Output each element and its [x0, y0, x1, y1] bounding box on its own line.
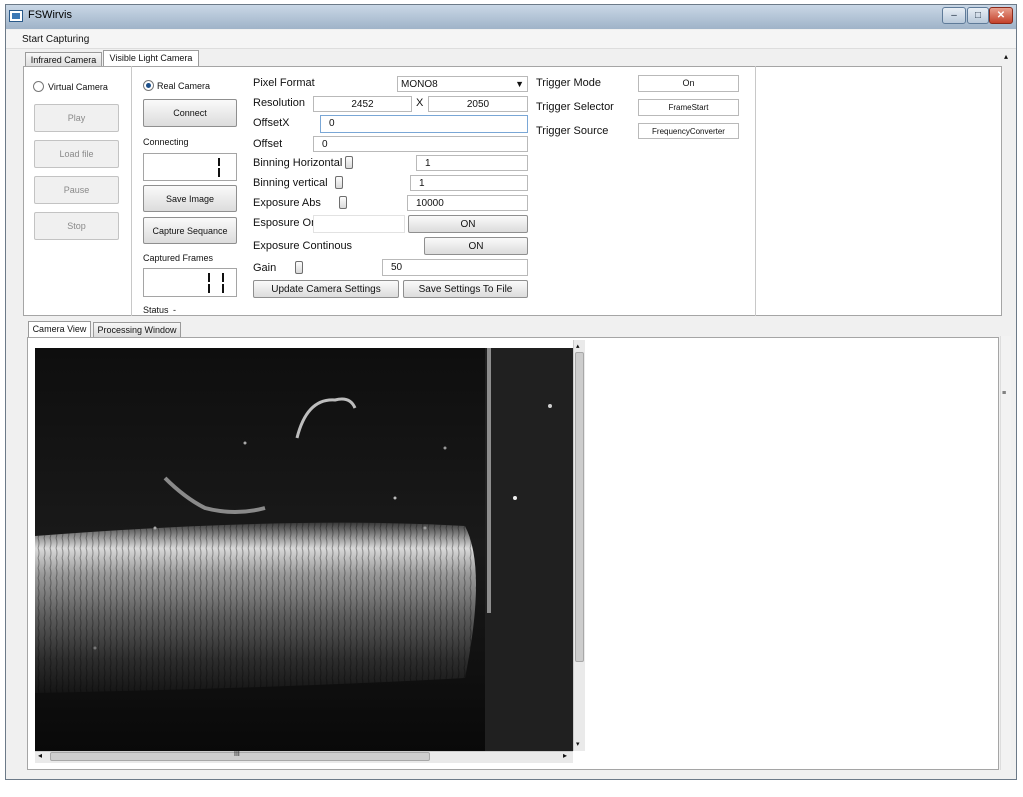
captured-frames-label: Captured Frames [143, 253, 214, 263]
save-image-button[interactable]: Save Image [143, 185, 237, 212]
binning-horizontal-track [345, 163, 413, 164]
outer-scrollbar-grip: ≡ [1002, 390, 1007, 397]
capture-sequence-button[interactable]: Capture Sequance [143, 217, 237, 244]
lcd-segment [218, 168, 220, 177]
exposure-abs-field[interactable]: 10000 [407, 195, 528, 211]
scroll-up-arrow-icon[interactable]: ▴ [576, 342, 580, 350]
virtual-camera-radio[interactable] [33, 81, 44, 92]
trigger-selector-label: Trigger Selector [536, 101, 614, 113]
offset-x-label: OffsetX [253, 117, 290, 129]
trigger-source-label: Trigger Source [536, 125, 609, 137]
tab-processing-window[interactable]: Processing Window [93, 322, 181, 337]
pixel-format-value: MONO8 [401, 79, 438, 90]
resolution-height-field[interactable]: 2050 [428, 96, 528, 112]
offset-field[interactable]: 0 [313, 136, 528, 152]
window-title: FSWirvis [28, 9, 72, 21]
gain-field[interactable]: 50 [382, 259, 528, 276]
tab-infrared-camera[interactable]: Infrared Camera [25, 52, 102, 67]
trigger-selector-field[interactable]: FrameStart [638, 99, 739, 116]
scroll-grip: III [234, 751, 240, 758]
exposure-continuous-label: Exposure Continous [253, 240, 353, 252]
camera-image [35, 348, 573, 751]
binning-horizontal-label: Binning Horizontal [253, 157, 343, 169]
binning-horizontal-slider[interactable] [345, 156, 353, 169]
binning-vertical-label: Binning vertical [253, 177, 328, 189]
resolution-width-field[interactable]: 2452 [313, 96, 412, 112]
captured-frames-counter [143, 268, 237, 297]
binning-vertical-slider[interactable] [335, 176, 343, 189]
pixel-format-select[interactable]: MONO8 ▼ [397, 76, 528, 92]
maximize-button[interactable]: □ [967, 7, 989, 24]
status-value: - [173, 305, 176, 315]
binning-horizontal-field[interactable]: 1 [416, 155, 528, 171]
resolution-label: Resolution [253, 97, 305, 109]
virtual-camera-label: Virtual Camera [48, 82, 108, 92]
scroll-up-icon[interactable]: ▴ [1004, 52, 1014, 61]
real-camera-label: Real Camera [157, 81, 211, 91]
status-label: Status [143, 305, 169, 315]
save-settings-button[interactable]: Save Settings To File [403, 280, 528, 298]
lcd-segment [218, 158, 220, 166]
image-vertical-scroll-thumb[interactable] [575, 352, 584, 662]
pixel-format-label: Pixel Format [253, 77, 315, 89]
exposure-once-spacer [313, 215, 405, 233]
divider [131, 66, 132, 316]
trigger-mode-label: Trigger Mode [536, 77, 602, 89]
gain-slider[interactable] [295, 261, 303, 274]
tab-camera-view[interactable]: Camera View [28, 321, 91, 338]
binning-vertical-track [335, 183, 408, 184]
menu-bar [6, 30, 1016, 49]
exposure-abs-slider[interactable] [339, 196, 347, 209]
play-button[interactable]: Play [34, 104, 119, 132]
connecting-indicator [143, 153, 237, 181]
trigger-source-field[interactable]: FrequencyConverter [638, 123, 739, 139]
lcd-segment [222, 284, 224, 293]
scroll-down-arrow-icon[interactable]: ▾ [576, 740, 580, 748]
lcd-segment [208, 284, 210, 293]
app-icon [9, 10, 23, 22]
exposure-abs-label: Exposure Abs [253, 197, 321, 209]
title-bar[interactable] [6, 5, 1016, 29]
resolution-x-label: X [416, 97, 424, 109]
exposure-continuous-button[interactable]: ON [424, 237, 528, 255]
chevron-down-icon: ▼ [515, 79, 524, 89]
lcd-segment [208, 273, 210, 282]
scroll-left-arrow-icon[interactable]: ◂ [38, 751, 42, 760]
scroll-right-arrow-icon[interactable]: ▸ [563, 751, 567, 760]
stop-button[interactable]: Stop [34, 212, 119, 240]
lcd-segment [222, 273, 224, 282]
close-button[interactable]: ✕ [989, 7, 1013, 24]
connecting-label: Connecting [143, 137, 189, 147]
outer-scrollbar[interactable] [1000, 336, 1011, 770]
pause-button[interactable]: Pause [34, 176, 119, 204]
gain-label: Gain [253, 262, 277, 274]
update-camera-settings-button[interactable]: Update Camera Settings [253, 280, 399, 298]
tab-visible-light-camera[interactable]: Visible Light Camera [103, 50, 199, 67]
connect-button[interactable]: Connect [143, 99, 237, 127]
trigger-mode-field[interactable]: On [638, 75, 739, 92]
offset-label: Offset [253, 138, 283, 150]
divider [755, 66, 756, 316]
image-horizontal-scroll-thumb[interactable] [50, 752, 430, 761]
menu-start-capturing[interactable]: Start Capturing [22, 34, 89, 45]
binning-vertical-field[interactable]: 1 [410, 175, 528, 191]
minimize-button[interactable]: – [942, 7, 966, 24]
load-file-button[interactable]: Load file [34, 140, 119, 168]
real-camera-radio[interactable] [143, 80, 154, 91]
offset-x-field[interactable]: 0 [320, 115, 528, 133]
exposure-once-button[interactable]: ON [408, 215, 528, 233]
